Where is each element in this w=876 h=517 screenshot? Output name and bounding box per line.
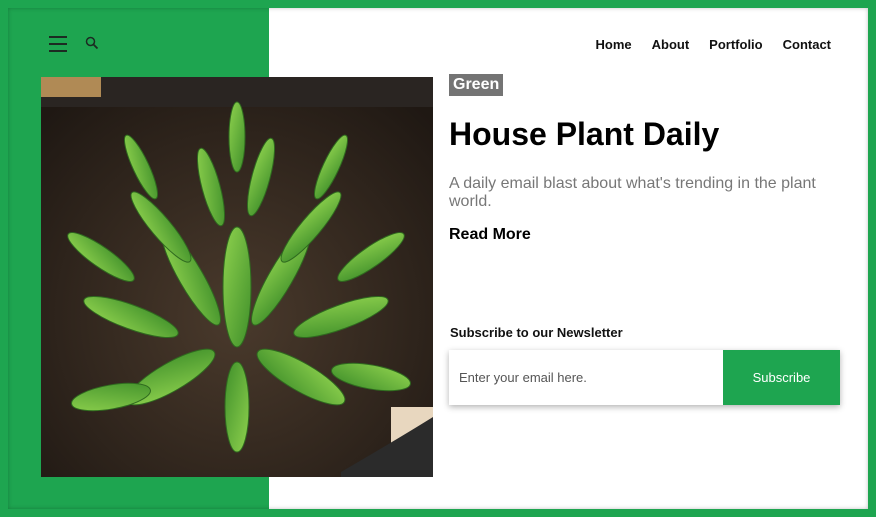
nav-contact-link[interactable]: Contact [783, 37, 831, 52]
nav-portfolio-link[interactable]: Portfolio [709, 37, 762, 52]
search-icon[interactable] [85, 36, 101, 52]
newsletter-label: Subscribe to our Newsletter [450, 325, 623, 340]
nav-home-link[interactable]: Home [596, 37, 632, 52]
hamburger-menu-icon[interactable] [49, 36, 67, 52]
category-tag: Green [449, 74, 504, 96]
hero-description: A daily email blast about what's trendin… [449, 175, 816, 210]
plant-photo [41, 77, 433, 477]
page-title: House Plant Daily [449, 116, 720, 152]
subscribe-button[interactable]: Subscribe [723, 350, 840, 405]
topbar-icons [49, 36, 101, 52]
main-nav: Home About Portfolio Contact [596, 37, 832, 52]
read-more-link[interactable]: Read More [449, 226, 531, 244]
nav-about-link[interactable]: About [652, 37, 690, 52]
email-field[interactable] [449, 350, 723, 405]
newsletter-form: Subscribe [449, 350, 840, 405]
